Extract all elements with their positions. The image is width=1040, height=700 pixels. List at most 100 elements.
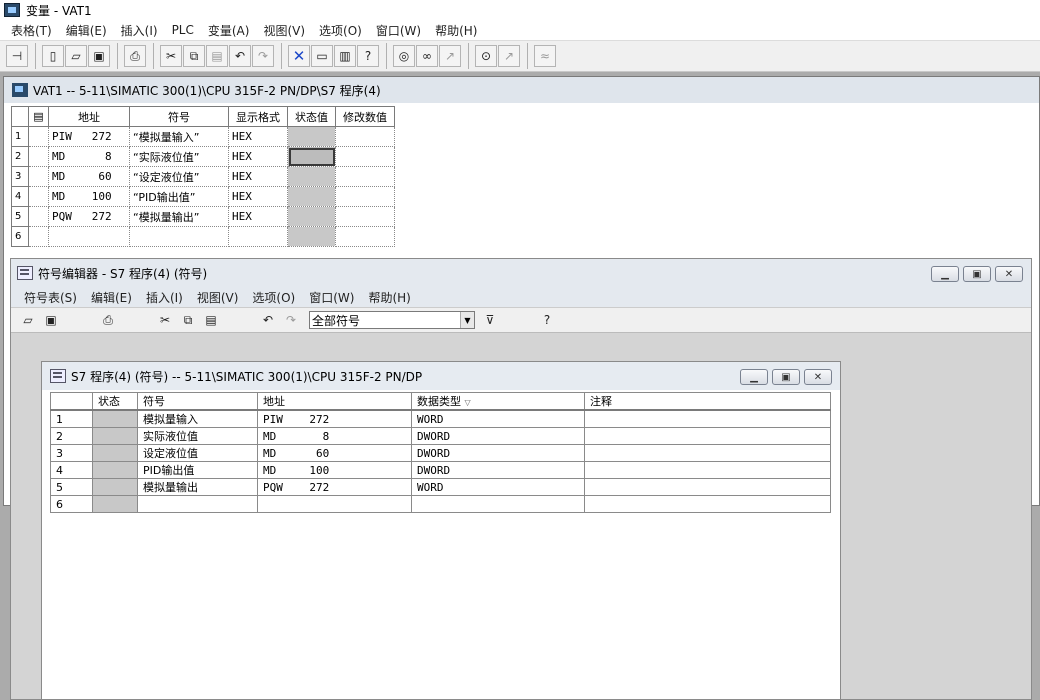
paste-icon[interactable]: ▤: [206, 45, 228, 67]
menu-view[interactable]: 视图(V): [256, 22, 312, 39]
open-icon[interactable]: ▱: [65, 45, 87, 67]
undo-icon[interactable]: ↶: [229, 45, 251, 67]
close-icon[interactable]: ✕: [995, 266, 1023, 282]
menu-options[interactable]: 选项(O): [312, 22, 369, 39]
symbol-cell[interactable]: [129, 226, 229, 247]
undo-icon[interactable]: ↶: [257, 309, 279, 331]
format-cell[interactable]: HEX: [228, 186, 288, 207]
address-cell[interactable]: PIW 272: [48, 126, 130, 147]
comment-cell[interactable]: [584, 409, 831, 428]
chevron-down-icon[interactable]: ▼: [460, 312, 474, 328]
menu-edit[interactable]: 编辑(E): [59, 22, 114, 39]
modify-cell[interactable]: [335, 126, 395, 147]
restore-icon[interactable]: ▣: [772, 369, 800, 385]
pin-icon[interactable]: ⊣: [6, 45, 28, 67]
paste-icon[interactable]: ▤: [200, 309, 222, 331]
watch-icon[interactable]: ◎: [393, 45, 415, 67]
address-cell[interactable]: MD 8: [257, 427, 412, 445]
format-cell[interactable]: HEX: [228, 146, 288, 167]
enable-icon[interactable]: ≈: [534, 45, 556, 67]
status-cell-selected[interactable]: [287, 146, 336, 167]
print-icon[interactable]: ⎙: [124, 45, 146, 67]
force-icon[interactable]: ↗: [498, 45, 520, 67]
table-row[interactable]: 4 MD 100 “PID输出值” HEX: [11, 186, 395, 207]
menu-variable[interactable]: 变量(A): [201, 22, 257, 39]
plc-icon[interactable]: ▥: [334, 45, 356, 67]
copy-icon[interactable]: ⧉: [183, 45, 205, 67]
datatype-cell[interactable]: DWORD: [411, 427, 585, 445]
format-cell[interactable]: HEX: [228, 166, 288, 187]
comment-cell[interactable]: [584, 495, 831, 513]
symbol-header-status[interactable]: 状态: [92, 392, 138, 411]
table-row[interactable]: 2 MD 8 “实际液位值” HEX: [11, 146, 395, 167]
symbol-cell[interactable]: PID输出值: [137, 461, 258, 479]
address-cell[interactable]: PQW 272: [48, 206, 130, 227]
menu-insert[interactable]: 插入(I): [114, 22, 165, 39]
modify-cell[interactable]: [335, 166, 395, 187]
modify-cell[interactable]: [335, 226, 395, 247]
menu-help[interactable]: 帮助(H): [361, 289, 417, 306]
address-cell[interactable]: MD 100: [48, 186, 130, 207]
redo-icon[interactable]: ↷: [252, 45, 274, 67]
symbol-cell[interactable]: [137, 495, 258, 513]
save-icon[interactable]: ▣: [88, 45, 110, 67]
symbol-header-symbol[interactable]: 符号: [137, 392, 258, 411]
save-icon[interactable]: ▣: [40, 309, 62, 331]
address-cell[interactable]: [48, 226, 130, 247]
symbol-header-address[interactable]: 地址: [257, 392, 412, 411]
open-icon[interactable]: ▱: [17, 309, 39, 331]
comment-cell[interactable]: [584, 478, 831, 496]
menu-edit[interactable]: 编辑(E): [84, 289, 139, 306]
address-cell[interactable]: MD 100: [257, 461, 412, 479]
minimize-icon[interactable]: ▁: [740, 369, 768, 385]
address-cell[interactable]: [257, 495, 412, 513]
symbol-cell[interactable]: 设定液位值: [137, 444, 258, 462]
symbol-header-comment[interactable]: 注释: [584, 392, 831, 411]
table-row[interactable]: 4 PID输出值 MD 100 DWORD: [50, 461, 831, 479]
row-marker[interactable]: [28, 126, 49, 147]
table-row[interactable]: 3 MD 60 “设定液位值” HEX: [11, 166, 395, 187]
modify-cell[interactable]: [335, 186, 395, 207]
trigger-icon[interactable]: ⊙: [475, 45, 497, 67]
datatype-cell[interactable]: DWORD: [411, 444, 585, 462]
close-icon[interactable]: ✕: [804, 369, 832, 385]
comment-cell[interactable]: [584, 461, 831, 479]
filter-icon[interactable]: ⊽: [479, 309, 501, 331]
symbol-filter-select[interactable]: 全部符号 ▼: [309, 311, 475, 329]
restore-icon[interactable]: ▣: [963, 266, 991, 282]
menu-insert[interactable]: 插入(I): [139, 289, 190, 306]
symbol-cell[interactable]: “设定液位值”: [129, 166, 229, 187]
cut-icon[interactable]: ✂: [154, 309, 176, 331]
modify-cell[interactable]: [335, 206, 395, 227]
comment-cell[interactable]: [584, 444, 831, 462]
glasses-icon[interactable]: ∞: [416, 45, 438, 67]
menu-window[interactable]: 窗口(W): [369, 22, 428, 39]
address-cell[interactable]: PQW 272: [257, 478, 412, 496]
table-row[interactable]: 6: [50, 495, 831, 513]
new-icon[interactable]: ▯: [42, 45, 64, 67]
print-icon[interactable]: ⎙: [97, 309, 119, 331]
table-row[interactable]: 5 模拟量输出 PQW 272 WORD: [50, 478, 831, 496]
address-cell[interactable]: MD 8: [48, 146, 130, 167]
table-row[interactable]: 3 设定液位值 MD 60 DWORD: [50, 444, 831, 462]
symbol-header-datatype[interactable]: 数据类型 ▽: [411, 392, 585, 411]
menu-help[interactable]: 帮助(H): [428, 22, 484, 39]
comment-cell[interactable]: [584, 427, 831, 445]
menu-view[interactable]: 视图(V): [190, 289, 246, 306]
symbol-cell[interactable]: “模拟量输入”: [129, 126, 229, 147]
address-cell[interactable]: PIW 272: [257, 409, 412, 428]
row-marker[interactable]: [28, 146, 49, 167]
row-marker[interactable]: [28, 166, 49, 187]
datatype-cell[interactable]: WORD: [411, 478, 585, 496]
cut-icon[interactable]: ✂: [160, 45, 182, 67]
menu-options[interactable]: 选项(O): [245, 289, 302, 306]
row-marker[interactable]: [28, 226, 49, 247]
table-row[interactable]: 2 实际液位值 MD 8 DWORD: [50, 427, 831, 445]
table-row[interactable]: 6: [11, 226, 395, 247]
symbol-cell[interactable]: 模拟量输入: [137, 409, 258, 428]
symbol-cell[interactable]: “实际液位值”: [129, 146, 229, 167]
modify-icon[interactable]: ↗: [439, 45, 461, 67]
symbol-cell[interactable]: 模拟量输出: [137, 478, 258, 496]
minimize-icon[interactable]: ▁: [931, 266, 959, 282]
table-row[interactable]: 1 PIW 272 “模拟量输入” HEX: [11, 126, 395, 147]
